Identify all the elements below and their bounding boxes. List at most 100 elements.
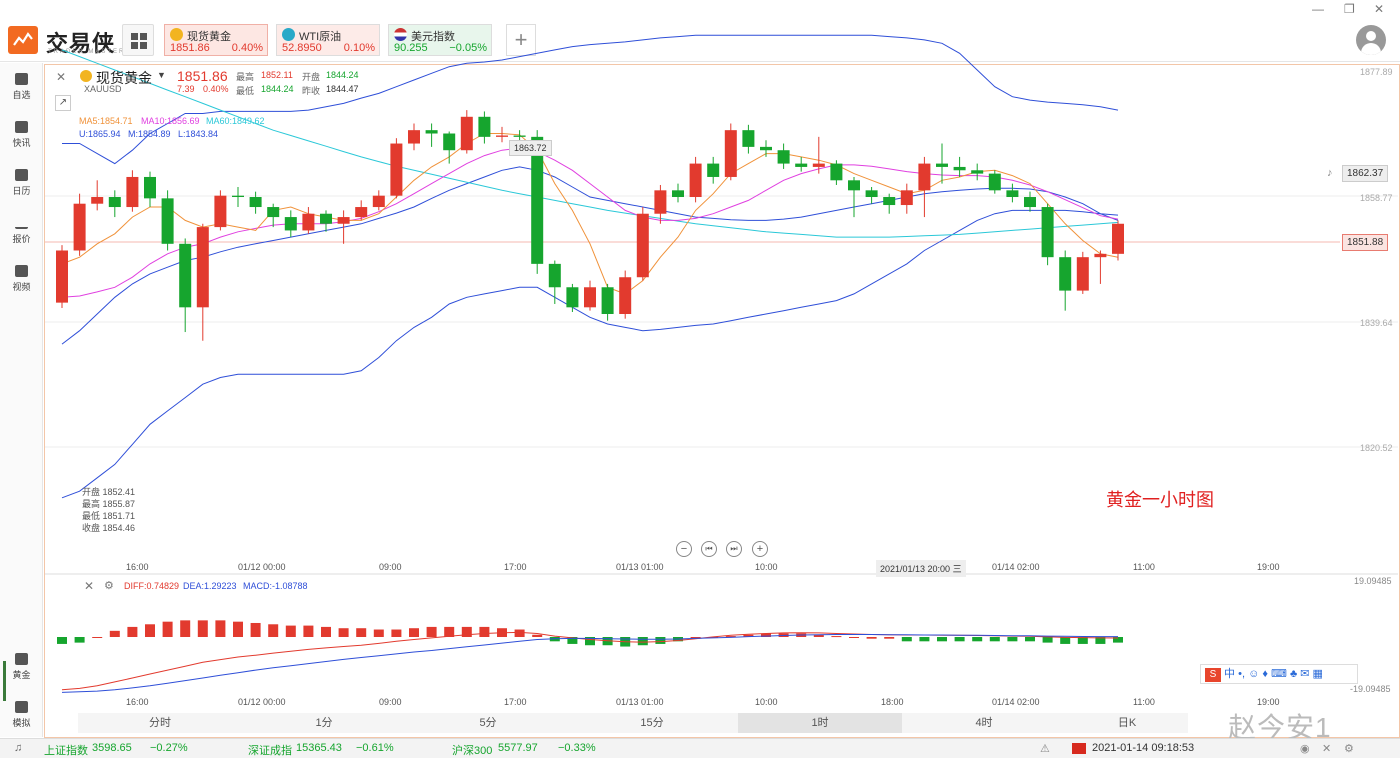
timeframe-15m[interactable]: 15分: [570, 713, 734, 733]
candle-down: [320, 213, 332, 224]
candle-up: [1112, 223, 1124, 254]
app-window: 交易侠 TRADER MASTER 现货黄金 1851.86 0.40% WTI…: [0, 0, 1400, 758]
boll-mid-legend: M:1854.89: [128, 129, 171, 139]
macd-diff-legend: DIFF:0.74829: [124, 581, 180, 591]
macd-bar: [74, 637, 85, 643]
macd-bar: [268, 624, 279, 637]
candle-up: [584, 287, 596, 308]
candle-down: [232, 195, 244, 198]
timeframe-1h[interactable]: 1时: [738, 713, 902, 733]
low-value: 1844.24: [261, 84, 294, 94]
symbol-dropdown-icon[interactable]: ▼: [157, 70, 166, 80]
ma5-legend: MA5:1854.71: [79, 116, 133, 126]
timeframe-bar: 分时 1分 5分 15分 1时 4时 日K: [78, 713, 1188, 733]
zoom-out-button[interactable]: −: [676, 541, 692, 557]
candle-down: [267, 207, 280, 218]
index-sz-name[interactable]: 深证成指: [248, 742, 292, 758]
timeframe-5m[interactable]: 5分: [406, 713, 570, 733]
macd-bar: [250, 622, 261, 637]
candle-down: [144, 176, 156, 199]
chart-svg: [45, 34, 1398, 693]
settings-gear-icon[interactable]: ⚙: [104, 579, 114, 592]
bell-icon[interactable]: ♪: [1327, 167, 1333, 179]
candle-up: [724, 130, 737, 177]
candle-down: [1041, 207, 1054, 258]
macd-bar: [145, 624, 155, 637]
index-hs-name[interactable]: 沪深300: [452, 742, 492, 758]
timeframe-4h[interactable]: 4时: [902, 713, 1066, 733]
time-tick: 09:00: [379, 562, 402, 572]
index-sh-pct: −0.27%: [150, 742, 188, 754]
macd-bar: [180, 620, 191, 637]
candle-up: [619, 277, 632, 314]
candle-down: [284, 217, 297, 231]
headset-icon[interactable]: ♫: [14, 742, 22, 754]
candle-up: [196, 227, 209, 308]
candle-up: [91, 197, 104, 204]
ma60-legend: MA60:1849.62: [206, 116, 265, 126]
step-back-button[interactable]: ⏮: [701, 541, 717, 557]
candle-down: [760, 146, 772, 151]
high-label: 最高: [236, 72, 255, 82]
macd-time-tick: 17:00: [504, 697, 527, 707]
macd-bar: [919, 637, 930, 642]
draw-tool-icon[interactable]: ↗: [55, 95, 71, 111]
time-tick: 19:00: [1257, 562, 1280, 572]
open-value: 1844.24: [326, 70, 359, 80]
candle-up: [56, 250, 68, 303]
macd-axis-top: 19.09485: [1354, 576, 1392, 586]
candle-down: [953, 166, 966, 171]
settings-icon[interactable]: ⚙: [1344, 742, 1354, 755]
status-bar: ♫ 上证指数 3598.65 −0.27% 深证成指 15365.43 −0.6…: [0, 738, 1400, 758]
candle-down: [971, 170, 984, 174]
zoom-in-button[interactable]: +: [752, 541, 768, 557]
candle-down: [566, 287, 579, 308]
macd-time-tick: 16:00: [126, 697, 149, 707]
macd-bar: [215, 620, 226, 637]
macd-bar: [831, 636, 842, 638]
high-value: 1852.11: [261, 70, 293, 80]
index-sz-value: 15365.43: [296, 742, 342, 754]
macd-bar: [338, 628, 349, 637]
index-sh-name[interactable]: 上证指数: [44, 742, 88, 758]
time-tick: 01/12 00:00: [238, 562, 286, 572]
candle-down: [988, 173, 1001, 191]
macd-bar: [109, 630, 120, 637]
macd-time-tick: 18:00: [881, 697, 904, 707]
timeframe-day[interactable]: 日K: [1066, 713, 1188, 733]
macd-bar: [937, 637, 947, 642]
network-icon[interactable]: ⚠: [1040, 742, 1050, 755]
macd-axis-bottom: -19.09485: [1350, 684, 1391, 694]
macd-bar: [285, 625, 296, 637]
candle-up: [73, 203, 86, 251]
candle-down: [936, 163, 948, 167]
close-chart-icon[interactable]: ✕: [56, 70, 66, 84]
step-forward-button[interactable]: ⏭: [726, 541, 742, 557]
time-tick: 17:00: [504, 562, 527, 572]
candle-down: [108, 197, 121, 208]
price-tick: 1877.89: [1360, 67, 1393, 77]
candle-up: [689, 163, 702, 198]
macd-bar: [356, 628, 367, 637]
timeframe-1m[interactable]: 1分: [242, 713, 406, 733]
macd-bar: [373, 629, 384, 637]
camera-icon[interactable]: ◉: [1300, 742, 1310, 755]
macd-bar: [1025, 637, 1035, 642]
macd-time-tick: 01/12 00:00: [238, 697, 286, 707]
macd-dea-legend: DEA:1.29223: [183, 581, 237, 591]
ime-toolbar[interactable]: S 中 •, ☺ ♦ ⌨ ♣ ✉ ▦: [1200, 664, 1358, 684]
candle-down: [425, 130, 438, 134]
candle-up: [1076, 257, 1089, 291]
alert-price-tag: 1862.37: [1342, 165, 1389, 182]
candle-up: [654, 190, 667, 214]
macd-bar: [303, 625, 314, 637]
ma10-legend: MA10:1856.69: [141, 116, 200, 126]
macd-bar: [901, 637, 912, 642]
close-macd-icon[interactable]: ✕: [84, 579, 94, 593]
mute-icon[interactable]: ✕: [1322, 742, 1331, 755]
candle-down: [848, 180, 860, 191]
candle-up: [812, 163, 825, 167]
timeframe-tick[interactable]: 分时: [78, 713, 242, 733]
candle-up: [460, 116, 473, 151]
macd-bar: [444, 626, 455, 637]
